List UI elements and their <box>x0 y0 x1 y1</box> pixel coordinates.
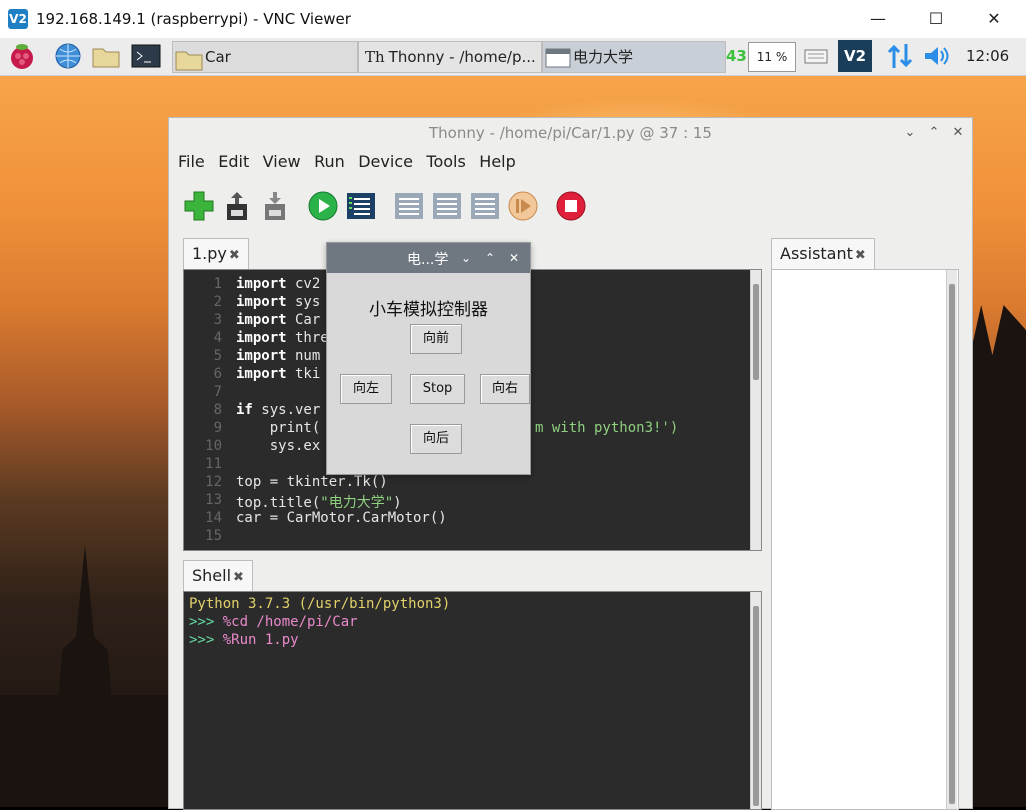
thonny-close-icon[interactable]: ✕ <box>949 124 967 142</box>
code-line: top = tkinter.Tk() <box>236 474 388 490</box>
close-button[interactable]: ✕ <box>972 4 1016 34</box>
thonny-maximize-icon[interactable]: ⌃ <box>925 124 943 142</box>
terminal-icon[interactable] <box>130 41 162 71</box>
menu-file[interactable]: File <box>178 152 205 171</box>
volume-icon[interactable] <box>920 41 952 71</box>
shell-line-0: Python 3.7.3 (/usr/bin/python3) <box>189 596 451 612</box>
tree-silhouette <box>0 695 170 807</box>
close-tab-icon[interactable]: ✖ <box>229 248 240 263</box>
vnc-tray-icon[interactable]: V2 <box>838 40 872 72</box>
menubar: File Edit View Run Device Tools Help <box>169 152 516 176</box>
menu-edit[interactable]: Edit <box>218 152 249 171</box>
debug-icon[interactable] <box>345 190 377 222</box>
vnc-logo-icon: V2 <box>8 9 28 29</box>
keyboard-icon[interactable] <box>800 41 832 71</box>
cpu-usage-meter: 11 % <box>748 42 796 72</box>
stop-button[interactable]: Stop <box>410 374 465 404</box>
web-browser-icon[interactable] <box>52 41 84 71</box>
code-line: import cv2 <box>236 276 321 292</box>
close-shell-tab-icon[interactable]: ✖ <box>233 570 244 585</box>
code-line: import num <box>236 348 321 364</box>
code-line: print( <box>236 420 321 436</box>
taskbar-tk-window[interactable]: 电力大学 <box>542 41 726 73</box>
close-assistant-tab-icon[interactable]: ✖ <box>855 248 866 263</box>
editor-scrollbar[interactable] <box>750 270 761 550</box>
thonny-minimize-icon[interactable]: ⌄ <box>901 124 919 142</box>
tk-titlebar: 电...学 ⌄ ⌃ ✕ <box>327 243 530 273</box>
shell-line-1: >>> %cd /home/pi/Car <box>189 614 358 630</box>
menu-tools[interactable]: Tools <box>426 152 465 171</box>
code-line: import sys <box>236 294 321 310</box>
assistant-scroll-thumb[interactable] <box>949 284 955 804</box>
network-arrows-icon[interactable] <box>884 41 916 71</box>
menu-view[interactable]: View <box>263 152 301 171</box>
file-manager-icon[interactable] <box>90 41 122 71</box>
shell-scrollbar[interactable] <box>750 592 761 809</box>
vnc-titlebar: V2 192.168.149.1 (raspberrypi) - VNC Vie… <box>0 0 1026 38</box>
open-file-icon[interactable] <box>221 190 253 222</box>
shell-console[interactable]: Python 3.7.3 (/usr/bin/python3) >>> %cd … <box>183 591 762 810</box>
backward-button[interactable]: 向后 <box>410 424 462 454</box>
raspberry-menu-icon[interactable] <box>6 41 38 71</box>
cpu-temp: 43 <box>726 47 747 65</box>
tab-1py-label: 1.py <box>192 244 227 263</box>
tk-car-controller-window: 电...学 ⌄ ⌃ ✕ 小车模拟控制器 向前 向左 Stop 向右 向后 <box>326 242 531 475</box>
run-icon[interactable] <box>307 190 339 222</box>
menu-device[interactable]: Device <box>358 152 413 171</box>
code-line-9-tail: m with python3!') <box>535 420 679 436</box>
step-into-icon[interactable] <box>431 190 463 222</box>
left-button[interactable]: 向左 <box>340 374 392 404</box>
clock: 12:06 <box>966 47 1010 65</box>
pi-taskbar: Car Th Thonny - /home/p... 电力大学 43 11 % V… <box>0 38 1026 76</box>
tk-minimize-icon[interactable]: ⌄ <box>458 250 474 266</box>
tab-shell[interactable]: Shell ✖ <box>183 560 253 591</box>
assistant-panel <box>771 269 959 810</box>
step-out-icon[interactable] <box>469 190 501 222</box>
code-line: sys.ex <box>236 438 321 454</box>
menu-help[interactable]: Help <box>479 152 515 171</box>
vnc-window-title: 192.168.149.1 (raspberrypi) - VNC Viewer <box>36 10 351 28</box>
taskbar-car-label: Car <box>205 48 231 66</box>
thonny-title: Thonny - /home/pi/Car/1.py @ 37 : 15 <box>429 124 712 142</box>
save-file-icon[interactable] <box>259 190 291 222</box>
tk-close-icon[interactable]: ✕ <box>506 250 522 266</box>
editor-scroll-thumb[interactable] <box>753 284 759 380</box>
taskbar-thonny[interactable]: Th Thonny - /home/p... <box>358 41 542 73</box>
taskbar-thonny-label: Thonny - /home/p... <box>388 48 536 66</box>
code-line: import Car <box>236 312 321 328</box>
code-line: import tki <box>236 366 321 382</box>
tab-assistant[interactable]: Assistant ✖ <box>771 238 875 269</box>
code-line: car = CarMotor.CarMotor() <box>236 510 447 526</box>
step-over-icon[interactable] <box>393 190 425 222</box>
tab-assistant-label: Assistant <box>780 244 853 263</box>
resume-icon[interactable] <box>507 190 539 222</box>
code-line: if sys.ver <box>236 402 321 418</box>
right-button[interactable]: 向右 <box>480 374 530 404</box>
maximize-button[interactable]: ☐ <box>914 4 958 34</box>
tk-window-title: 电...学 <box>407 252 449 268</box>
assistant-scrollbar[interactable] <box>946 270 957 809</box>
taskbar-tk-label: 电力大学 <box>573 48 634 66</box>
thonny-icon: Th <box>365 48 385 66</box>
stop-icon[interactable] <box>555 190 587 222</box>
shell-scroll-thumb[interactable] <box>753 606 759 806</box>
thonny-window: Thonny - /home/pi/Car/1.py @ 37 : 15 ⌄ ⌃… <box>168 117 973 810</box>
code-line: top.title("电力大学") <box>236 495 402 511</box>
shell-line-2: >>> %Run 1.py <box>189 632 299 648</box>
controller-heading: 小车模拟控制器 <box>369 300 488 320</box>
code-line: import thre <box>236 330 329 346</box>
taskbar-car-folder[interactable]: Car <box>172 41 358 73</box>
menu-run[interactable]: Run <box>314 152 345 171</box>
tab-shell-label: Shell <box>192 566 232 585</box>
tab-1py[interactable]: 1.py ✖ <box>183 238 249 269</box>
forward-button[interactable]: 向前 <box>410 324 462 354</box>
new-file-icon[interactable] <box>183 190 215 222</box>
tk-maximize-icon[interactable]: ⌃ <box>482 250 498 266</box>
right-silhouette <box>970 305 1026 807</box>
minimize-button[interactable]: — <box>856 4 900 34</box>
